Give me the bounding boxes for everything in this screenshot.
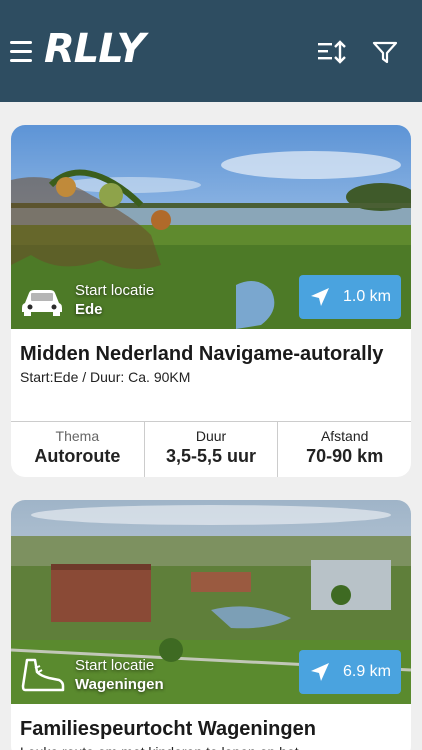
route-subtitle: Leuke route om met kinderen te lopen op … bbox=[11, 742, 411, 750]
stat-value: Autoroute bbox=[34, 446, 121, 466]
start-location-label: Start locatie bbox=[75, 657, 155, 674]
top-app-bar: RLLY bbox=[0, 0, 422, 102]
stat-afstand: Afstand 70-90 km bbox=[278, 422, 411, 477]
stat-thema: Thema Autoroute bbox=[11, 422, 145, 477]
start-location-city: Ede bbox=[75, 301, 103, 318]
hamburger-menu-icon[interactable] bbox=[10, 41, 34, 63]
route-card[interactable]: Start locatie Ede 1.0 km Midden Nederlan… bbox=[11, 125, 411, 477]
start-location: Start locatie Wageningen bbox=[19, 656, 164, 694]
stat-label: Afstand bbox=[320, 428, 369, 444]
route-card[interactable]: Start locatie Wageningen 6.9 km Families… bbox=[11, 500, 411, 750]
stat-duur: Duur 3,5-5,5 uur bbox=[145, 422, 279, 477]
car-icon bbox=[22, 290, 62, 316]
filter-funnel-icon[interactable] bbox=[370, 38, 400, 66]
route-stats: Thema Autoroute Duur 3,5-5,5 uur Afstand… bbox=[11, 421, 411, 477]
start-location: Start locatie Ede bbox=[19, 281, 154, 319]
stat-value: 70-90 km bbox=[306, 446, 384, 466]
route-title: Midden Nederland Navigame-autorally bbox=[20, 343, 384, 365]
route-photo: Start locatie Ede 1.0 km bbox=[11, 125, 411, 329]
stat-value: 3,5-5,5 uur bbox=[165, 446, 257, 466]
start-location-city: Wageningen bbox=[75, 676, 164, 693]
distance-value: 1.0 km bbox=[342, 288, 391, 305]
distance-button[interactable]: 1.0 km bbox=[299, 275, 401, 319]
sort-icon[interactable] bbox=[316, 38, 350, 66]
route-title: Familiespeurtocht Wageningen bbox=[20, 718, 316, 740]
route-subtitle: Start:Ede / Duur: Ca. 90KM bbox=[20, 369, 191, 385]
start-location-label: Start locatie bbox=[75, 282, 155, 299]
route-photo: Start locatie Wageningen 6.9 km bbox=[11, 500, 411, 704]
distance-button[interactable]: 6.9 km bbox=[299, 650, 401, 694]
navigation-arrow-icon bbox=[310, 288, 329, 306]
app-logo: RLLY bbox=[44, 26, 146, 72]
stat-label: Thema bbox=[55, 428, 100, 444]
navigation-arrow-icon bbox=[310, 663, 329, 681]
distance-value: 6.9 km bbox=[342, 663, 391, 680]
walking-shoe-icon bbox=[21, 658, 65, 692]
stat-label: Duur bbox=[195, 428, 227, 444]
